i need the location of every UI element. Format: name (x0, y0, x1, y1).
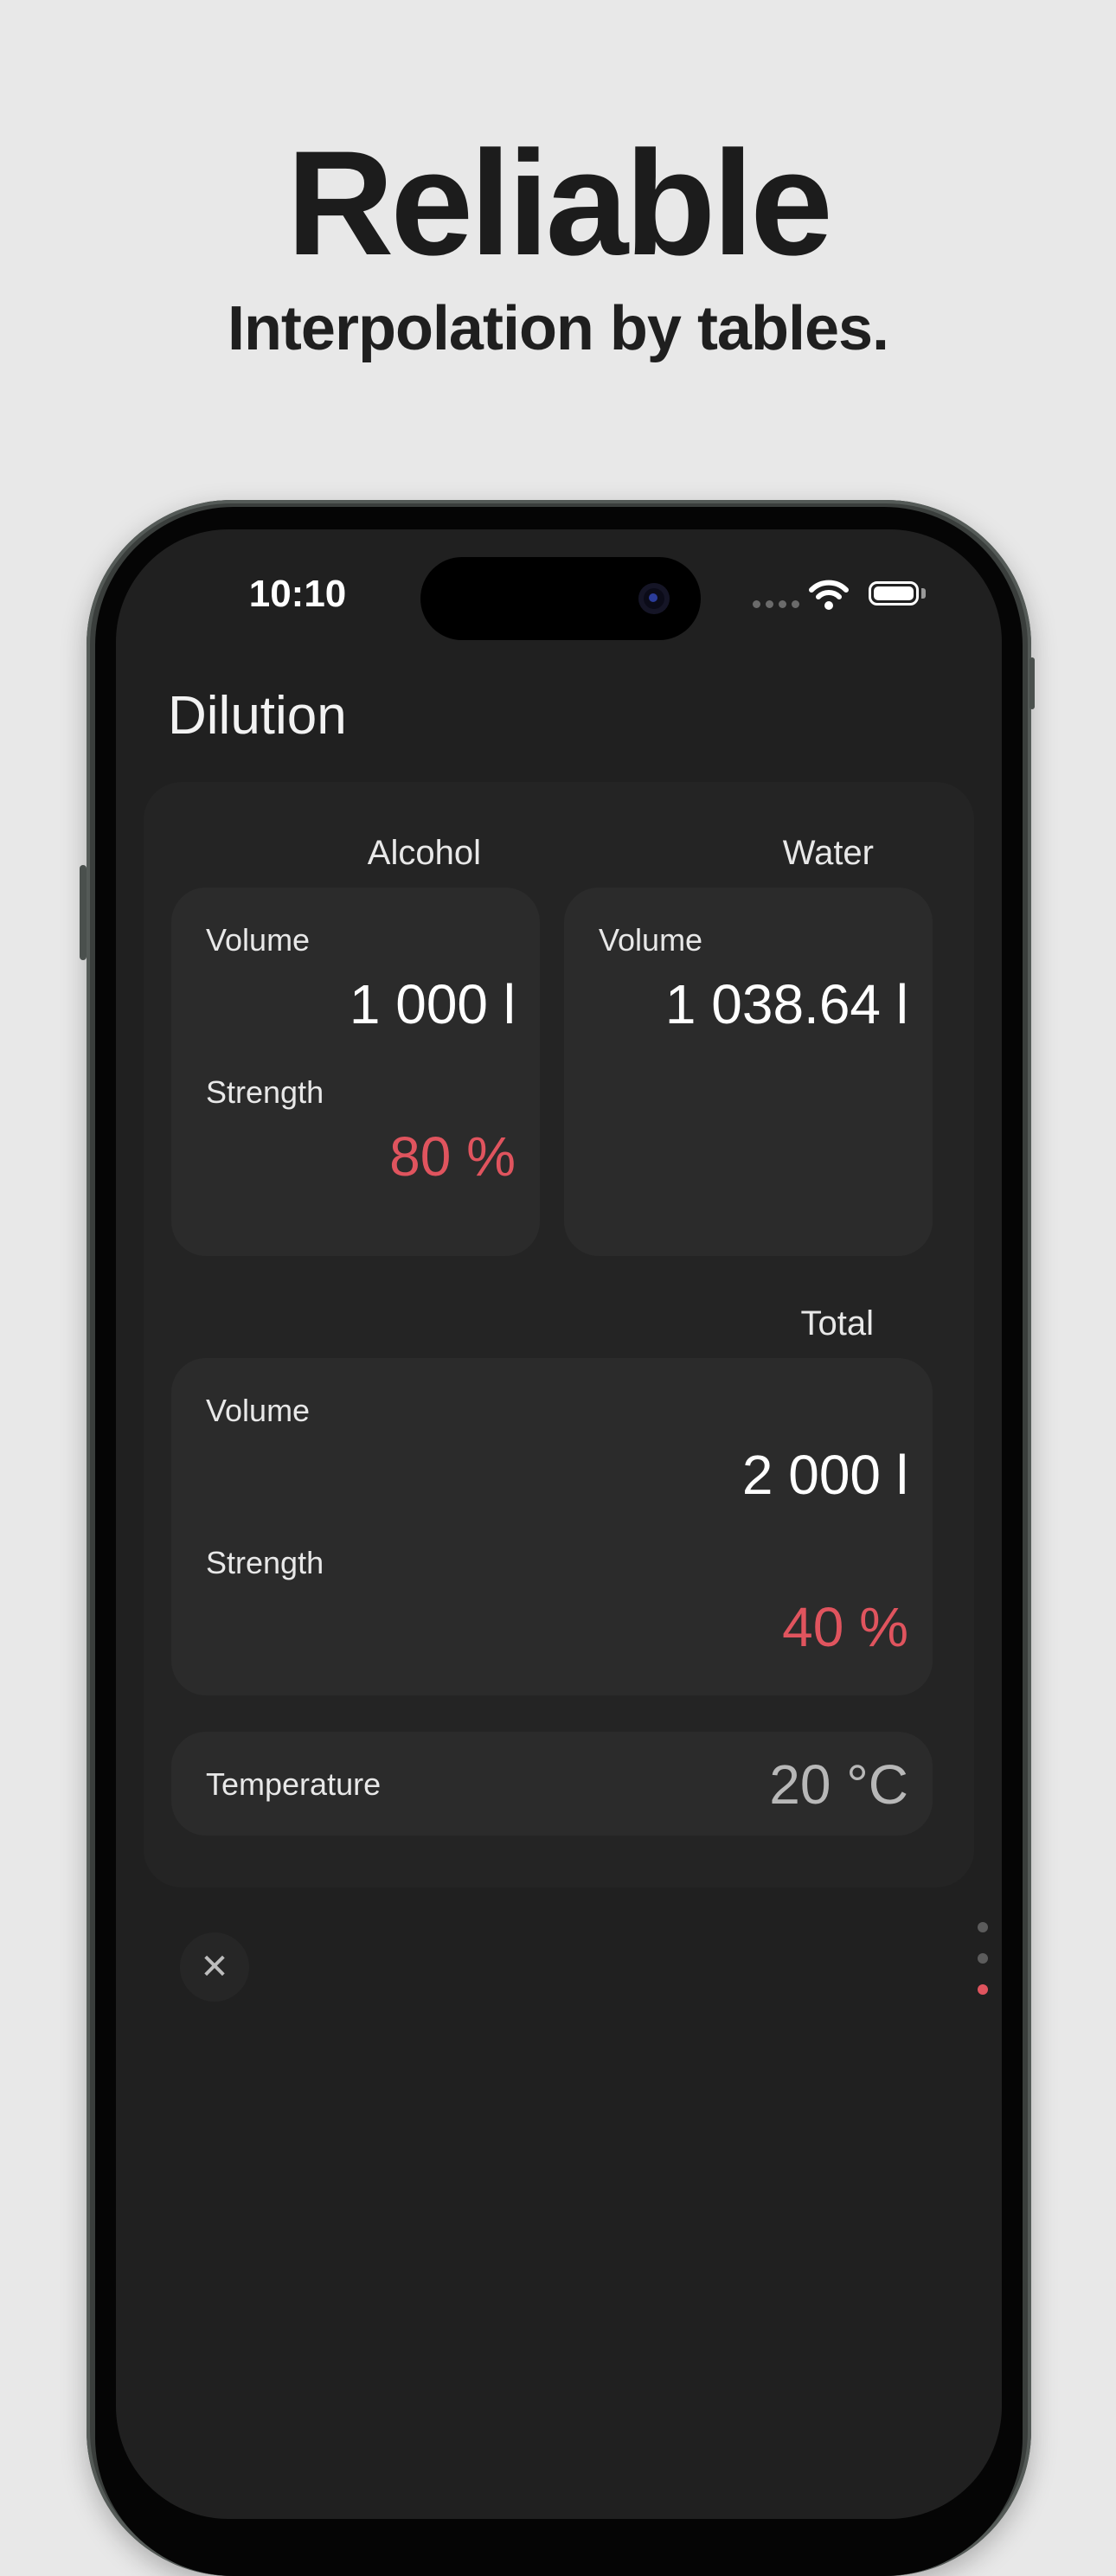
dilution-panel: Alcohol Water Volume 1 000 l Strength 80… (144, 782, 974, 1887)
page-dot[interactable] (978, 1922, 988, 1932)
battery-tip (921, 588, 926, 599)
side-button (80, 865, 87, 960)
close-icon: ✕ (200, 1948, 229, 1986)
alcohol-strength-value[interactable]: 80 % (389, 1125, 516, 1189)
water-volume-value[interactable]: 1 038.64 l (665, 972, 908, 1036)
water-header: Water (782, 834, 874, 872)
close-button[interactable]: ✕ (180, 1932, 249, 2002)
page-dot-active[interactable] (978, 1984, 988, 1995)
page-title: Dilution (168, 686, 347, 746)
temperature-label: Temperature (206, 1766, 382, 1802)
alcohol-header: Alcohol (367, 834, 481, 872)
alcohol-volume-value[interactable]: 1 000 l (350, 972, 516, 1036)
battery-icon (869, 581, 919, 606)
headline: Reliable (286, 120, 833, 286)
power-button (1029, 657, 1035, 709)
temperature-row[interactable]: Temperature 20 °C (171, 1732, 933, 1836)
wifi-icon (809, 580, 849, 610)
dynamic-island (420, 557, 701, 640)
total-header: Total (800, 1304, 875, 1342)
camera-icon (638, 583, 670, 614)
alcohol-card[interactable]: Volume 1 000 l Strength 80 % (171, 888, 540, 1256)
water-card[interactable]: Volume 1 038.64 l (564, 888, 933, 1256)
page-dot[interactable] (978, 1953, 988, 1964)
temperature-value[interactable]: 20 °C (769, 1753, 908, 1817)
total-volume-value[interactable]: 2 000 l (742, 1443, 908, 1507)
app-screen: 10:10 Dilution Alcohol Water Volume 1 00… (116, 529, 1002, 2519)
water-volume-label: Volume (599, 922, 703, 958)
total-strength-value[interactable]: 40 % (782, 1595, 908, 1659)
alcohol-strength-label: Strength (206, 1074, 324, 1110)
status-time: 10:10 (248, 573, 347, 615)
subheadline: Interpolation by tables. (227, 294, 889, 363)
total-card[interactable]: Volume 2 000 l Strength 40 % (171, 1358, 933, 1695)
signal-dots-icon (753, 600, 799, 608)
total-volume-label: Volume (206, 1393, 311, 1428)
alcohol-volume-label: Volume (206, 922, 311, 958)
total-strength-label: Strength (206, 1545, 324, 1580)
